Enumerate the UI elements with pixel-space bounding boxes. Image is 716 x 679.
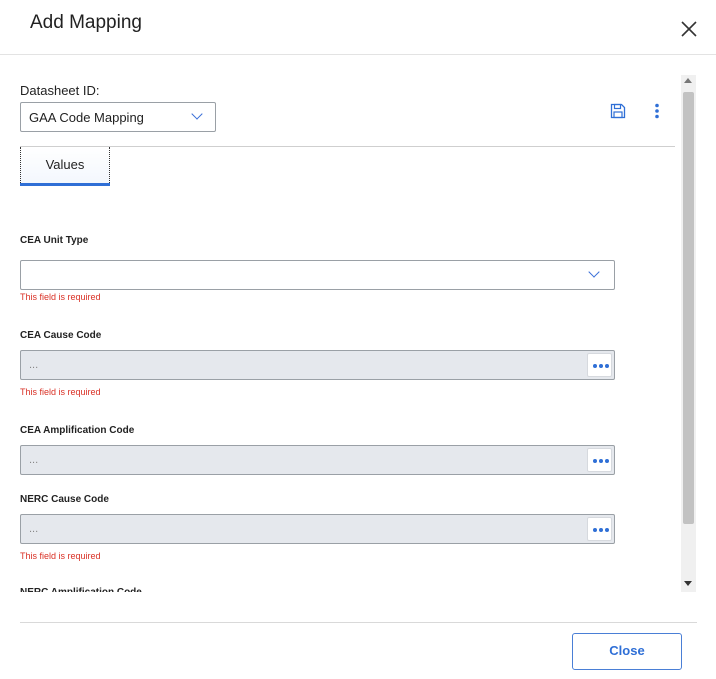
cea-unit-type-dropdown[interactable] [20,260,615,290]
datasheet-id-value: GAA Code Mapping [29,110,144,125]
cea-cause-code-field: ... [20,350,615,380]
cea-cause-code-placeholder: ... [29,359,39,371]
add-mapping-dialog: Add Mapping Datasheet ID: GAA Code Mappi… [0,0,716,679]
kebab-menu-icon[interactable] [653,103,661,119]
cea-cause-code-error: This field is required [20,387,101,397]
close-button[interactable]: Close [572,633,682,670]
active-tab-indicator [20,183,110,186]
scroll-thumb[interactable] [683,92,694,524]
cea-amplification-code-field: ... [20,445,615,475]
cea-cause-code-lookup-button[interactable] [587,353,612,377]
cea-amplification-code-lookup-button[interactable] [587,448,612,472]
scroll-down-icon[interactable] [684,581,692,586]
dialog-header: Add Mapping [0,0,716,55]
cea-amplification-code-placeholder: ... [29,454,39,466]
cea-unit-type-label: CEA Unit Type [20,235,89,246]
datasheet-id-select[interactable]: GAA Code Mapping [20,102,216,132]
nerc-cause-code-field: ... [20,514,615,544]
save-icon[interactable] [610,103,626,119]
chevron-down-icon [191,108,203,120]
vertical-scrollbar[interactable] [681,75,696,592]
nerc-cause-code-error: This field is required [20,551,101,561]
dialog-title: Add Mapping [30,12,142,33]
nerc-cause-code-lookup-button[interactable] [587,517,612,541]
chevron-down-icon [588,266,600,278]
nerc-cause-code-label: NERC Cause Code [20,494,109,505]
cea-amplification-code-label: CEA Amplification Code [20,425,135,436]
scroll-up-icon[interactable] [684,78,692,83]
nerc-amplification-code-label: NERC Amplification Code [20,586,142,592]
footer-divider [20,622,697,623]
tab-values[interactable]: Values [20,147,110,185]
cea-unit-type-error: This field is required [20,292,101,302]
datasheet-id-label: Datasheet ID: [20,83,100,98]
nerc-cause-code-placeholder: ... [29,523,39,535]
cea-cause-code-label: CEA Cause Code [20,330,102,341]
close-icon[interactable] [678,18,700,40]
tab-divider [20,146,675,147]
